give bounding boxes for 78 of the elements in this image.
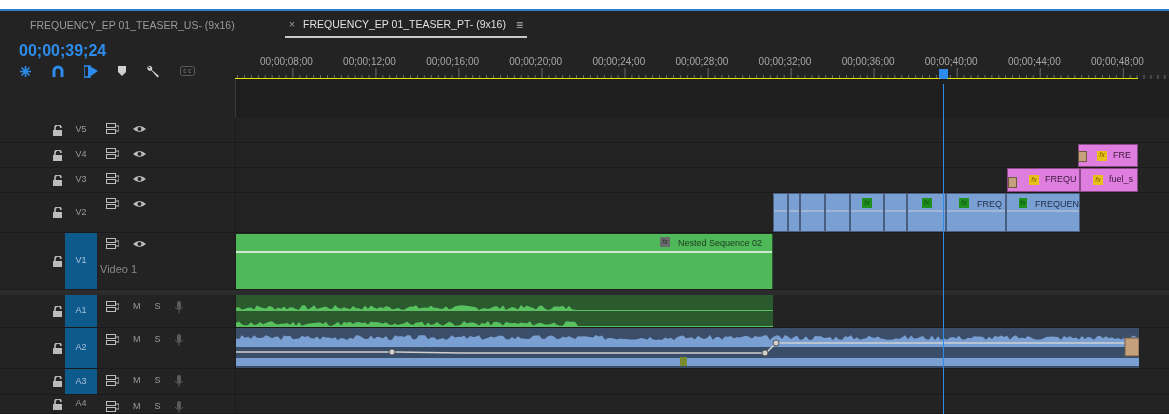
track-target-button[interactable]: V3: [65, 168, 97, 192]
track-target-button[interactable]: V2: [65, 193, 97, 232]
track-name: Video 1: [100, 262, 138, 277]
lock-icon[interactable]: [53, 398, 62, 410]
mute-button[interactable]: M: [133, 300, 141, 314]
sequence-tab[interactable]: FREQUENCY_EP 01_TEASER_US- (9x16): [30, 17, 235, 34]
linked-selection-icon[interactable]: [84, 64, 98, 78]
close-tab-button[interactable]: ×: [288, 16, 296, 33]
track-target-button[interactable]: V1: [65, 233, 97, 289]
sync-lock-icon[interactable]: [106, 198, 119, 209]
clip[interactable]: [788, 193, 800, 232]
mute-button[interactable]: M: [133, 333, 141, 347]
track-target-button[interactable]: A3: [65, 369, 97, 394]
clip[interactable]: [884, 193, 907, 232]
track-target-button[interactable]: V5: [65, 118, 97, 142]
clip-name: FREQUEN: [1035, 198, 1079, 211]
ruler-timecode: 00;00;36;00: [841, 55, 895, 69]
eye-icon[interactable]: [133, 148, 146, 159]
track-target-button[interactable]: A2: [65, 328, 97, 368]
ruler-timecode: 00;00;28;00: [675, 55, 729, 69]
lock-icon[interactable]: [53, 305, 62, 317]
lock-icon[interactable]: [53, 174, 62, 186]
sync-lock-icon[interactable]: [106, 123, 119, 134]
clip-name: fuel_s: [1109, 173, 1134, 187]
lock-icon[interactable]: [53, 149, 62, 161]
ruler-timecode: 00;00;20;00: [509, 55, 563, 69]
clip[interactable]: [800, 193, 825, 232]
ruler-timecode: 00;00;44;00: [1007, 55, 1061, 69]
clip-name: FRE: [1113, 148, 1131, 162]
clip-name: Nested Sequence 02: [677, 237, 762, 250]
eye-icon[interactable]: [133, 198, 146, 209]
ruler-timecode: 00;00;24;00: [592, 55, 646, 69]
sync-lock-icon[interactable]: [106, 238, 119, 249]
sequence-tab[interactable]: FREQUENCY_EP 01_TEASER_PT- (9x16): [303, 16, 506, 33]
ruler-timecode: 00;00;12;00: [343, 55, 396, 69]
ruler-timecode: 00;00;40;00: [924, 55, 978, 69]
transition-icon[interactable]: [1078, 151, 1087, 162]
sync-lock-icon[interactable]: [106, 334, 119, 346]
timecode[interactable]: 00;00;39;24: [19, 42, 235, 60]
sync-lock-icon[interactable]: [106, 375, 119, 387]
lock-icon[interactable]: [53, 124, 62, 136]
solo-button[interactable]: S: [154, 400, 161, 414]
track-target-button[interactable]: V4: [65, 143, 97, 167]
ruler-timecode: 00;00;32;00: [758, 55, 812, 69]
solo-button[interactable]: S: [154, 333, 161, 347]
lock-icon[interactable]: [53, 342, 62, 354]
marker-icon[interactable]: [118, 66, 126, 76]
audio-clip[interactable]: [236, 328, 1139, 368]
eye-icon[interactable]: [133, 123, 146, 134]
mute-button[interactable]: M: [133, 374, 141, 388]
clip[interactable]: [773, 193, 788, 232]
magnet-icon[interactable]: [52, 65, 64, 77]
sync-lock-icon[interactable]: [106, 401, 119, 413]
eye-icon[interactable]: [133, 173, 146, 184]
mute-button[interactable]: M: [133, 400, 141, 414]
solo-button[interactable]: S: [154, 374, 161, 388]
transition-icon[interactable]: [1008, 177, 1017, 188]
eye-icon[interactable]: [133, 238, 146, 249]
ruler-timecode: 00;00;16;00: [426, 55, 479, 69]
snap-nest-icon[interactable]: [19, 64, 32, 78]
sync-lock-icon[interactable]: [106, 301, 119, 313]
playhead-handle[interactable]: [939, 69, 948, 81]
audio-clip[interactable]: [236, 295, 773, 327]
sync-lock-icon[interactable]: [106, 148, 119, 159]
panel-menu-button[interactable]: ≡: [515, 15, 523, 34]
solo-button[interactable]: S: [154, 300, 161, 314]
wrench-icon[interactable]: [146, 64, 160, 78]
lock-icon[interactable]: [53, 207, 62, 218]
ruler-timecode: 00;00;08;00: [260, 55, 313, 69]
lock-icon[interactable]: [53, 255, 62, 267]
track-target-button[interactable]: A4: [65, 395, 97, 413]
track-target-button[interactable]: A1: [65, 295, 97, 327]
clip-name: FREQ: [977, 198, 1002, 211]
sync-lock-icon[interactable]: [106, 173, 119, 184]
lock-icon[interactable]: [53, 376, 62, 387]
clip-name: FREQU: [1045, 173, 1077, 187]
ruler-timecode: 00;00;48;00: [1091, 55, 1144, 69]
clip[interactable]: [825, 193, 850, 232]
